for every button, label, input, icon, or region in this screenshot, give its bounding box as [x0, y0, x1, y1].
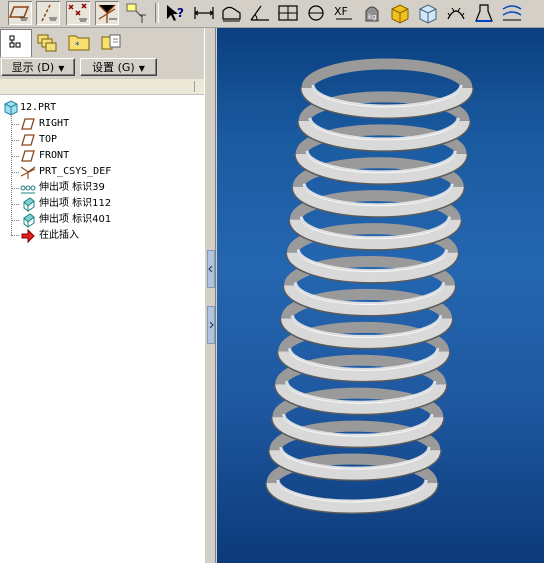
- tree-item-protrusion-401[interactable]: 伸出项 标识401: [0, 212, 200, 228]
- column-resize-handle[interactable]: [194, 81, 198, 92]
- sweep-spring-icon: [20, 180, 36, 196]
- measure-distance-button[interactable]: [192, 1, 216, 25]
- collapse-left-button[interactable]: [207, 250, 215, 288]
- tree-item-front[interactable]: FRONT: [0, 148, 200, 164]
- toolbar-separator: [155, 3, 159, 23]
- surface-analysis-icon: [502, 5, 522, 21]
- tree-item-label: 12.PRT: [20, 102, 57, 113]
- measure-angle-icon: [250, 5, 269, 21]
- tree-item-label: 伸出项 标识401: [39, 214, 112, 225]
- svg-text:?: ?: [177, 6, 184, 20]
- datum-csys-button[interactable]: [95, 1, 119, 25]
- graphics-window[interactable]: [217, 28, 544, 563]
- datum-plane-button[interactable]: [8, 1, 32, 25]
- panel-splitter[interactable]: [204, 28, 216, 563]
- datum-point-icon: [68, 3, 87, 22]
- extrude-icon: [20, 212, 36, 228]
- settings-dropdown-label: 设置 (G): [92, 61, 135, 74]
- svg-text:XF: XF: [334, 5, 348, 18]
- measure-distance-icon: [194, 7, 214, 19]
- datum-plane-icon: [20, 116, 36, 132]
- tree-item-label: TOP: [39, 134, 58, 145]
- analysis-tools-button[interactable]: kg: [360, 1, 384, 25]
- surface-analysis-button[interactable]: [500, 1, 524, 25]
- folder-icon: *: [68, 35, 90, 51]
- tree-item-protrusion-112[interactable]: 伸出项 标识112: [0, 196, 200, 212]
- measure-section-button[interactable]: [276, 1, 300, 25]
- tree-column-header: [0, 79, 204, 95]
- chevron-right-icon: [209, 321, 214, 329]
- measure-area-button[interactable]: [220, 1, 244, 25]
- tree-item-label: FRONT: [39, 150, 70, 161]
- mass-properties-button[interactable]: XF: [332, 1, 356, 25]
- tree-item-label: 在此插入: [39, 230, 79, 241]
- model-tree-tab[interactable]: [0, 29, 32, 58]
- datum-plane-icon: [8, 6, 30, 21]
- spring-coil-back: [301, 58, 473, 89]
- draft-check-icon: [475, 4, 493, 22]
- tree-item-csys[interactable]: PRT_CSYS_DEF: [0, 164, 200, 180]
- svg-text:*: *: [75, 41, 80, 51]
- toolbar: ? XF kg: [0, 0, 544, 28]
- mass-properties-icon: XF: [334, 5, 352, 20]
- measure-area-icon: [222, 6, 241, 22]
- settings-dropdown[interactable]: 设置 (G) ▼: [80, 58, 157, 76]
- navigator-button-bar: 显示 (D) ▼ 设置 (G) ▼: [0, 57, 204, 79]
- datum-point-button[interactable]: [66, 1, 90, 25]
- layers-tab[interactable]: [32, 29, 62, 55]
- show-dropdown[interactable]: 显示 (D) ▼: [1, 58, 75, 76]
- tree-item-top[interactable]: TOP: [0, 132, 200, 148]
- navigator-tabs: *: [0, 28, 204, 58]
- tree-item-label: 伸出项 标识39: [39, 182, 105, 193]
- model-analysis-icon: [391, 4, 409, 24]
- show-dropdown-label: 显示 (D): [11, 61, 55, 74]
- saved-analysis-icon: [419, 4, 437, 24]
- datum-plane-icon: [20, 132, 36, 148]
- tree-item-root[interactable]: 12.PRT: [0, 100, 200, 116]
- chevron-left-icon: [208, 265, 213, 273]
- favorites-icon: [101, 34, 121, 50]
- chevron-down-icon: ▼: [138, 64, 145, 73]
- navigator-panel: * 显示 (D) ▼ 设置 (G) ▼ 12.PRT RIGHT TOP FRO…: [0, 28, 204, 563]
- measure-angle-button[interactable]: [248, 1, 272, 25]
- tree-item-protrusion-39[interactable]: 伸出项 标识39: [0, 180, 200, 196]
- svg-text:kg: kg: [368, 13, 377, 21]
- datum-plane-icon: [20, 148, 36, 164]
- tree-item-label: 伸出项 标识112: [39, 198, 112, 209]
- model-analysis-button[interactable]: [388, 1, 412, 25]
- tree-item-label: PRT_CSYS_DEF: [39, 166, 112, 177]
- datum-csys-icon: [98, 4, 117, 23]
- insert-here-arrow-icon: [20, 228, 36, 244]
- tree-item-insert-here[interactable]: 在此插入: [0, 228, 200, 244]
- measure-section-icon: [278, 5, 298, 21]
- expand-right-button[interactable]: [207, 306, 215, 344]
- spring-model: [265, 58, 474, 514]
- tree-item-right[interactable]: RIGHT: [0, 116, 200, 132]
- context-help-icon: ?: [167, 5, 184, 21]
- measure-curve-icon: [308, 5, 324, 21]
- context-help-button[interactable]: ?: [163, 1, 187, 25]
- folder-browser-tab[interactable]: *: [64, 29, 94, 55]
- saved-analysis-button[interactable]: [416, 1, 440, 25]
- annotation-button[interactable]: [124, 1, 148, 25]
- chevron-down-icon: ▼: [58, 64, 65, 73]
- extrude-icon: [20, 196, 36, 212]
- annotation-icon: [126, 3, 146, 23]
- curvature-button[interactable]: [444, 1, 468, 25]
- layers-icon: [37, 34, 57, 52]
- draft-check-button[interactable]: [472, 1, 496, 25]
- curvature-icon: [447, 7, 465, 20]
- coordinate-system-icon: [20, 164, 36, 180]
- datum-axis-icon: [41, 4, 57, 22]
- part-icon: [3, 100, 19, 116]
- model-tree-icon: [9, 35, 21, 48]
- tree-item-label: RIGHT: [39, 118, 70, 129]
- analysis-tools-icon: kg: [365, 6, 379, 22]
- favorites-tab[interactable]: [96, 29, 126, 55]
- datum-axis-button[interactable]: [36, 1, 60, 25]
- measure-curve-button[interactable]: [304, 1, 328, 25]
